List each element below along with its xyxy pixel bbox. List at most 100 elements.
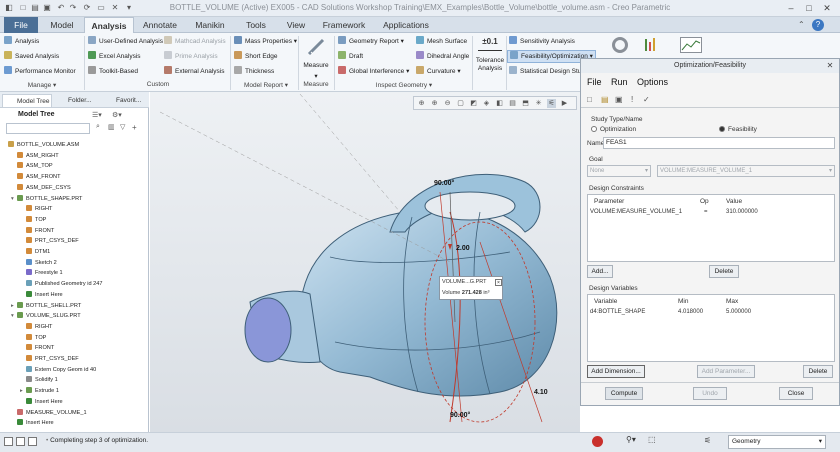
graph-icon[interactable] xyxy=(680,37,702,53)
filter-icon[interactable]: ▽ xyxy=(120,123,125,131)
measure-button[interactable]: Measure ▾ xyxy=(302,60,330,80)
volume-callout[interactable]: VOLUME...G.PRT × Volume 271.428 in³ xyxy=(439,276,503,300)
dimension-2[interactable]: 2.00 xyxy=(456,245,470,252)
selection-filter-select[interactable]: Geometry ▾ xyxy=(728,435,826,449)
tree-settings-icon[interactable]: ☰▾ xyxy=(92,111,102,119)
tree-item[interactable]: ▸ BOTTLE_SHELL.PRT xyxy=(11,301,81,312)
collapse-ribbon-icon[interactable]: ⌃ xyxy=(798,20,808,30)
display-style-icon[interactable]: ◧ xyxy=(495,99,504,108)
minimize-icon[interactable]: – xyxy=(784,2,798,14)
tree-item[interactable]: ▾ VOLUME_SLUG.PRT xyxy=(11,311,81,322)
thickness-button[interactable]: Thickness xyxy=(234,66,274,77)
perspective-icon[interactable]: ⬒ xyxy=(521,99,530,108)
mesh-surface-button[interactable]: Mesh Surface xyxy=(416,36,467,47)
tree-search-input[interactable] xyxy=(6,123,90,134)
constraint-row-value[interactable]: 310.000000 xyxy=(726,209,758,215)
geometry-report-button[interactable]: Geometry Report ▾ xyxy=(338,36,404,47)
goal-measure-select[interactable]: VOLUME:MEASURE_VOLUME_1 ▾ xyxy=(657,165,835,177)
reorient-icon[interactable]: ◩ xyxy=(469,99,478,108)
delete-variable-button[interactable]: Delete xyxy=(803,365,833,378)
performance-monitor-button[interactable]: Performance Monitor xyxy=(4,66,76,77)
check-icon[interactable]: ✓ xyxy=(643,95,650,104)
saved-orientations-icon[interactable]: ◈ xyxy=(482,99,491,108)
tree-item[interactable]: MEASURE_VOLUME_1 xyxy=(11,408,87,419)
dihedral-angle-button[interactable]: Dihedral Angle xyxy=(416,51,469,62)
compute-button[interactable]: Compute xyxy=(605,387,643,400)
global-interference-button[interactable]: Global Interference ▾ xyxy=(338,66,409,77)
dialog-close-icon[interactable]: ✕ xyxy=(825,61,835,71)
redo-icon[interactable]: ↷ xyxy=(68,3,78,13)
tab-annotate[interactable]: Annotate xyxy=(136,17,184,33)
variable-row-min[interactable]: 4.018000 xyxy=(678,309,703,315)
statistical-design-study-button[interactable]: Statistical Design Study xyxy=(509,66,588,77)
binoculars-icon[interactable]: ⌕ xyxy=(96,123,100,131)
repaint-icon[interactable]: ▢ xyxy=(456,99,465,108)
analysis-button[interactable]: Analysis xyxy=(4,36,39,47)
new-study-icon[interactable]: □ xyxy=(587,95,592,104)
graphics-window[interactable]: 90.00° 2.00 4.10 90.00° VOLUME...G.PRT ×… xyxy=(150,92,580,432)
maximize-icon[interactable]: □ xyxy=(802,2,816,14)
tree-item[interactable]: RIGHT xyxy=(20,204,52,215)
tree-item[interactable]: FRONT xyxy=(20,343,54,354)
constraint-row-op[interactable]: = xyxy=(704,209,708,215)
tree-item[interactable]: ASM_FRONT xyxy=(11,172,61,183)
tab-file[interactable]: File xyxy=(4,17,38,33)
tree-item[interactable]: DTM1 xyxy=(20,247,50,258)
tree-item[interactable]: Insert Here xyxy=(20,290,63,301)
browser-toggle-icon[interactable] xyxy=(16,437,25,446)
tree-item[interactable]: PRT_CSYS_DEF xyxy=(20,354,79,365)
sensitivity-analysis-button[interactable]: Sensitivity Analysis xyxy=(509,36,575,47)
undo-button[interactable]: Undo xyxy=(693,387,727,400)
tree-item[interactable]: TOP xyxy=(20,215,46,226)
filter-settings-icon[interactable]: ⚟ xyxy=(704,436,716,448)
tab-applications[interactable]: Applications xyxy=(376,17,436,33)
fullscreen-icon[interactable] xyxy=(28,437,37,446)
spin-center-icon[interactable]: ▶ xyxy=(560,99,569,108)
dialog-menu-run[interactable]: Run xyxy=(611,77,628,87)
tab-folder-browser[interactable]: Folder... xyxy=(54,94,100,107)
zoom-in-icon[interactable]: ⊕ xyxy=(430,99,439,108)
tree-item[interactable]: ASM_TOP xyxy=(11,161,53,172)
external-analysis-button[interactable]: External Analysis xyxy=(164,66,225,77)
tree-item[interactable]: RIGHT xyxy=(20,322,52,333)
mass-properties-button[interactable]: Mass Properties ▾ xyxy=(234,36,297,47)
tree-item[interactable]: ▸ Extrude 1 xyxy=(20,386,59,397)
help-icon[interactable]: ? xyxy=(812,19,824,31)
tree-item[interactable]: Sketch 2 xyxy=(20,258,57,269)
constraint-row-parameter[interactable]: VOLUME:MEASURE_VOLUME_1 xyxy=(590,209,682,215)
tree-item[interactable]: ▾ BOTTLE_SHAPE.PRT xyxy=(11,194,82,205)
name-field[interactable]: FEAS1 xyxy=(603,137,835,149)
tolerance-analysis-button[interactable]: Tolerance Analysis xyxy=(474,57,506,72)
dialog-menu-options[interactable]: Options xyxy=(637,77,668,87)
variable-row-max[interactable]: 5.000000 xyxy=(726,309,751,315)
saved-analysis-button[interactable]: Saved Analysis xyxy=(4,51,59,62)
new-icon[interactable]: □ xyxy=(18,3,28,13)
view-manager-icon[interactable]: ▤ xyxy=(508,99,517,108)
close-button[interactable]: Close xyxy=(779,387,813,400)
tree-toggle-icon[interactable] xyxy=(4,437,13,446)
undo-icon[interactable]: ↶ xyxy=(56,3,66,13)
selection-icon[interactable]: ⚲▾ xyxy=(626,435,636,444)
group-manage[interactable]: Manage ▾ xyxy=(4,81,80,91)
group-model-report[interactable]: Model Report ▾ xyxy=(234,81,298,91)
alert-icon[interactable]: ! xyxy=(631,95,633,104)
dimension-4-10[interactable]: 4.10 xyxy=(534,389,548,396)
tree-item[interactable]: PRT_CSYS_DEF xyxy=(20,236,79,247)
dialog-menu-file[interactable]: File xyxy=(587,77,602,87)
tab-view[interactable]: View xyxy=(278,17,314,33)
tab-manikin[interactable]: Manikin xyxy=(188,17,232,33)
tab-model[interactable]: Model xyxy=(42,17,82,33)
refit-icon[interactable]: ⊕ xyxy=(417,99,426,108)
tree-item[interactable]: Insert Here xyxy=(20,397,63,408)
windows-icon[interactable]: ▭ xyxy=(96,3,106,13)
tree-item[interactable]: TOP xyxy=(20,333,46,344)
smart-select-icon[interactable]: ⬚ xyxy=(648,435,656,444)
tree-item[interactable]: Insert Here xyxy=(11,418,54,429)
zoom-out-icon[interactable]: ⊖ xyxy=(443,99,452,108)
tree-item[interactable]: Published Geometry id 247 xyxy=(20,279,102,290)
add-icon[interactable]: + xyxy=(132,123,137,132)
parameters-icon[interactable] xyxy=(644,37,656,53)
open-icon[interactable]: ▤ xyxy=(30,3,40,13)
excel-analysis-button[interactable]: Excel Analysis xyxy=(88,51,141,62)
tree-item[interactable]: ASM_DEF_CSYS xyxy=(11,183,71,194)
